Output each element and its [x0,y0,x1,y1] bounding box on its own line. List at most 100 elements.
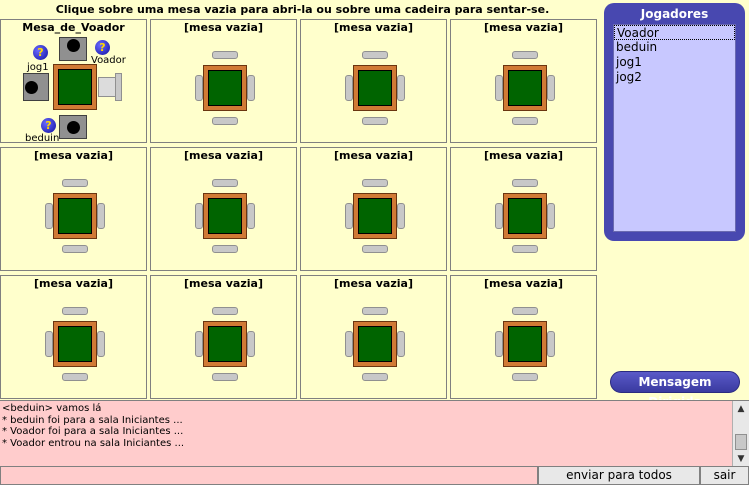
game-table[interactable] [345,179,405,253]
chair-top[interactable] [212,179,238,187]
chair-top[interactable] [362,179,388,187]
table-top[interactable] [53,321,97,367]
help-icon[interactable]: ? [95,40,110,55]
game-table[interactable] [495,307,555,381]
game-table[interactable] [45,307,105,381]
table-top[interactable] [53,64,97,110]
chair-right[interactable] [247,331,255,357]
chair-right[interactable] [97,331,105,357]
table-cell[interactable]: [mesa vazia] [300,275,447,399]
table-cell[interactable]: [mesa vazia] [450,275,597,399]
chair-top[interactable] [212,307,238,315]
chair-bottom[interactable] [362,373,388,381]
chair-top[interactable] [212,51,238,59]
table-top[interactable] [503,321,547,367]
chair-left[interactable] [195,75,203,101]
table-cell[interactable]: [mesa vazia] [0,147,147,271]
chair-left[interactable] [495,75,503,101]
game-table[interactable] [195,179,255,253]
game-table[interactable] [345,51,405,125]
table-cell[interactable]: [mesa vazia] [150,19,297,143]
chair-top[interactable] [62,307,88,315]
table-top[interactable] [203,65,247,111]
chair-right[interactable] [397,203,405,229]
table-felt [208,70,242,106]
chair-left[interactable] [45,331,53,357]
chair-bottom[interactable] [512,117,538,125]
directed-message-button[interactable]: Mensagem Dirigida [610,371,740,409]
chair-right[interactable] [547,203,555,229]
chair-left[interactable] [345,75,353,101]
exit-button[interactable]: sair [700,466,749,485]
game-table[interactable] [345,307,405,381]
chat-area[interactable]: <beduin> vamos lá * beduin foi para a sa… [0,400,749,467]
help-icon[interactable]: ? [33,45,48,60]
chair-right[interactable] [247,75,255,101]
player-list-item[interactable]: Voador [614,25,735,40]
chair-bottom[interactable] [362,117,388,125]
chair-bottom[interactable] [362,245,388,253]
player-list-item[interactable]: jog2 [614,70,735,85]
chair-right[interactable] [247,203,255,229]
chair-left[interactable] [345,331,353,357]
table-cell[interactable]: [mesa vazia] [450,19,597,143]
chair-top[interactable] [362,51,388,59]
help-icon[interactable]: ? [41,118,56,133]
message-input[interactable] [0,466,538,485]
chair-bottom[interactable] [212,117,238,125]
game-table[interactable] [195,307,255,381]
table-top[interactable] [53,193,97,239]
chair-right[interactable] [547,331,555,357]
table-top[interactable] [503,65,547,111]
chair-bottom[interactable] [212,245,238,253]
chair-top[interactable] [62,179,88,187]
game-table[interactable] [195,51,255,125]
scroll-thumb[interactable] [735,434,747,450]
chair-bottom[interactable] [62,373,88,381]
table-top[interactable] [353,193,397,239]
chair-right[interactable] [547,75,555,101]
players-list[interactable]: Voador beduin jog1 jog2 [613,24,736,232]
table-cell[interactable]: [mesa vazia] [150,275,297,399]
chair-top[interactable] [512,307,538,315]
table-top[interactable] [203,193,247,239]
game-table[interactable]: ? jog1? Voador? beduin [23,37,126,144]
chair-left[interactable] [45,203,53,229]
chair-top[interactable] [512,179,538,187]
chair-left[interactable] [195,203,203,229]
chair-top[interactable] [512,51,538,59]
game-table[interactable] [495,51,555,125]
chair-bottom[interactable] [212,373,238,381]
chair-right[interactable] [97,203,105,229]
table-cell[interactable]: [mesa vazia] [300,147,447,271]
chair-bottom[interactable] [512,245,538,253]
chair-right[interactable] [98,77,116,97]
table-top[interactable] [353,321,397,367]
chair-top[interactable] [362,307,388,315]
scroll-up-icon[interactable]: ▲ [733,401,749,417]
scroll-down-icon[interactable]: ▼ [733,451,749,467]
chair-left[interactable] [195,331,203,357]
table-top[interactable] [503,193,547,239]
chair-left[interactable] [495,203,503,229]
game-table[interactable] [495,179,555,253]
player-list-item[interactable]: jog1 [614,55,735,70]
player-list-item[interactable]: beduin [614,40,735,55]
chair-bottom[interactable] [512,373,538,381]
send-to-all-button[interactable]: enviar para todos [538,466,700,485]
game-table[interactable] [45,179,105,253]
chair-left[interactable] [495,331,503,357]
table-cell[interactable]: [mesa vazia] [0,275,147,399]
table-cell[interactable]: Mesa_de_Voador? jog1? Voador? beduin [0,19,147,144]
chair-left[interactable] [345,203,353,229]
table-cell[interactable]: [mesa vazia] [450,147,597,271]
table-top[interactable] [203,321,247,367]
chair-right[interactable] [397,75,405,101]
chair-right-back[interactable] [115,73,122,101]
chat-scrollbar[interactable]: ▲ ▼ [732,401,749,467]
table-top[interactable] [353,65,397,111]
table-cell[interactable]: [mesa vazia] [300,19,447,143]
chair-right[interactable] [397,331,405,357]
chair-bottom[interactable] [62,245,88,253]
table-cell[interactable]: [mesa vazia] [150,147,297,271]
